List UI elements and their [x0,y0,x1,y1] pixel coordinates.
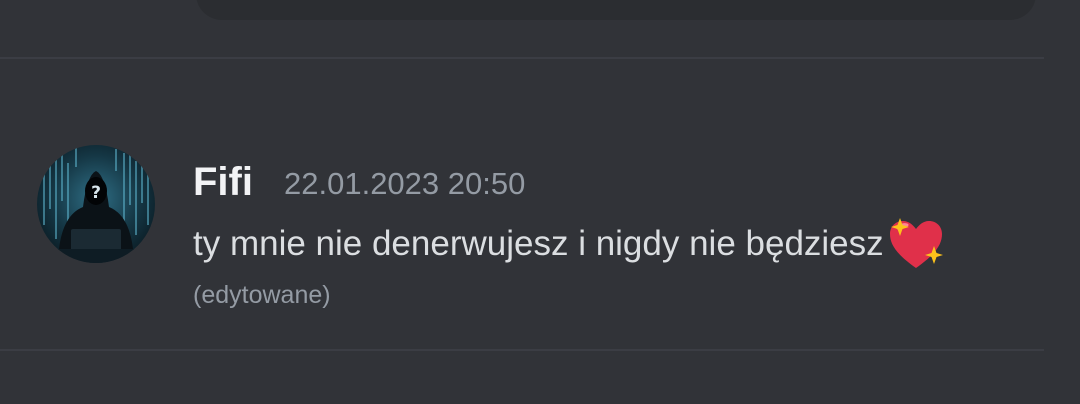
previous-message-embed [196,0,1036,20]
message-content: ty mnie nie denerwujesz i nigdy nie będz… [193,216,946,272]
sparkling-heart-icon[interactable] [886,216,946,272]
message-text: ty mnie nie denerwujesz i nigdy nie będz… [193,224,884,263]
avatar[interactable]: ? [37,145,155,263]
message-divider-top [0,57,1044,59]
chat-view: ? Fifi 22.01.2023 20:50 ty mnie nie dene… [0,0,1080,404]
message-divider-bottom [0,349,1044,351]
avatar-question-glyph: ? [91,183,101,203]
message-author[interactable]: Fifi [193,158,253,206]
hacker-avatar-icon: ? [37,145,155,263]
message-timestamp: 22.01.2023 20:50 [284,166,526,201]
edited-label: (edytowane) [193,281,331,309]
